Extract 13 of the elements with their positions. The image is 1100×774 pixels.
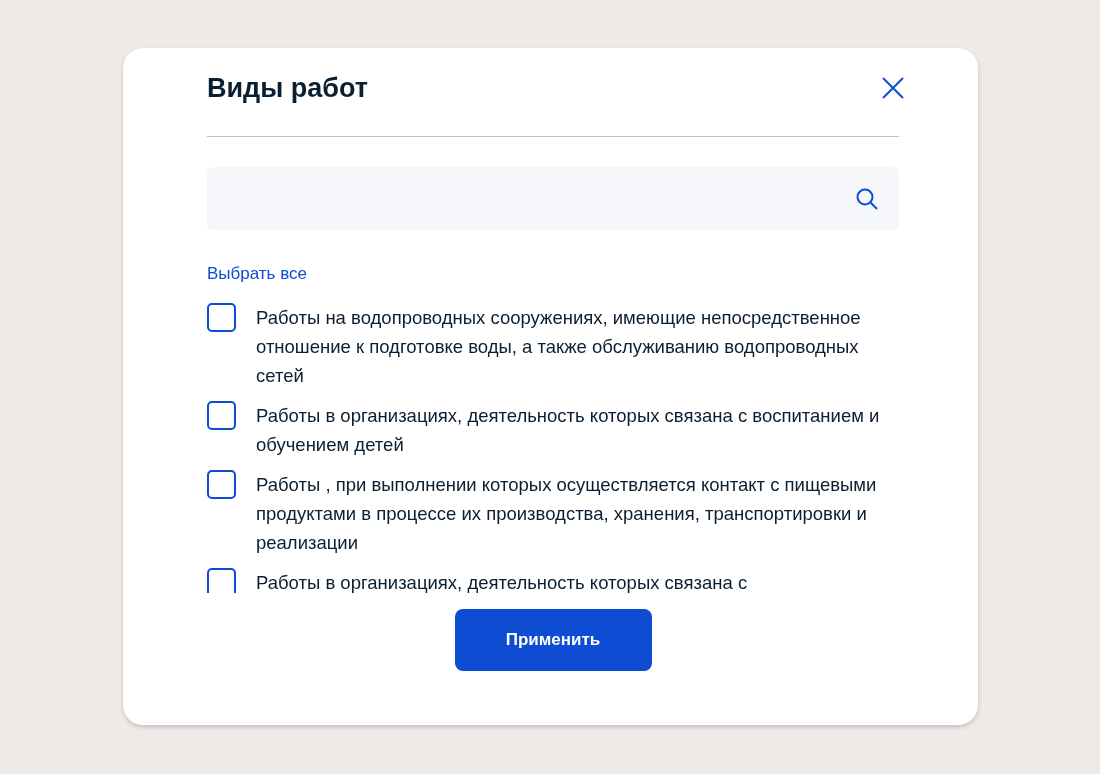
apply-button[interactable]: Применить: [454, 608, 652, 671]
checkbox[interactable]: [207, 567, 236, 593]
checkbox-label: Работы в организациях, деятельность которых связана с воспитанием и обучением детей: [256, 403, 881, 457]
search-icon[interactable]: [855, 186, 879, 211]
checkbox-label: Работы на водопроводных сооружениях, имеющие непосредственное отношение к подготовке воды, а также обслуживанию водопроводных сетей: [256, 305, 862, 388]
checkbox[interactable]: [207, 400, 236, 430]
checkbox[interactable]: [207, 302, 236, 332]
checkbox-label: Работы в организациях, деятельность которых связана с: [256, 570, 749, 593]
search-field[interactable]: [207, 167, 899, 230]
checkbox-label: Работы , при выполнении которых осуществляется контакт с пищевыми продуктами в процессе их производства, хранения, транспортировки и реализации: [256, 472, 878, 555]
select-all-link[interactable]: Выбрать все: [207, 264, 307, 283]
checkbox[interactable]: [207, 469, 236, 499]
dialog-title: Виды работ: [207, 71, 369, 105]
